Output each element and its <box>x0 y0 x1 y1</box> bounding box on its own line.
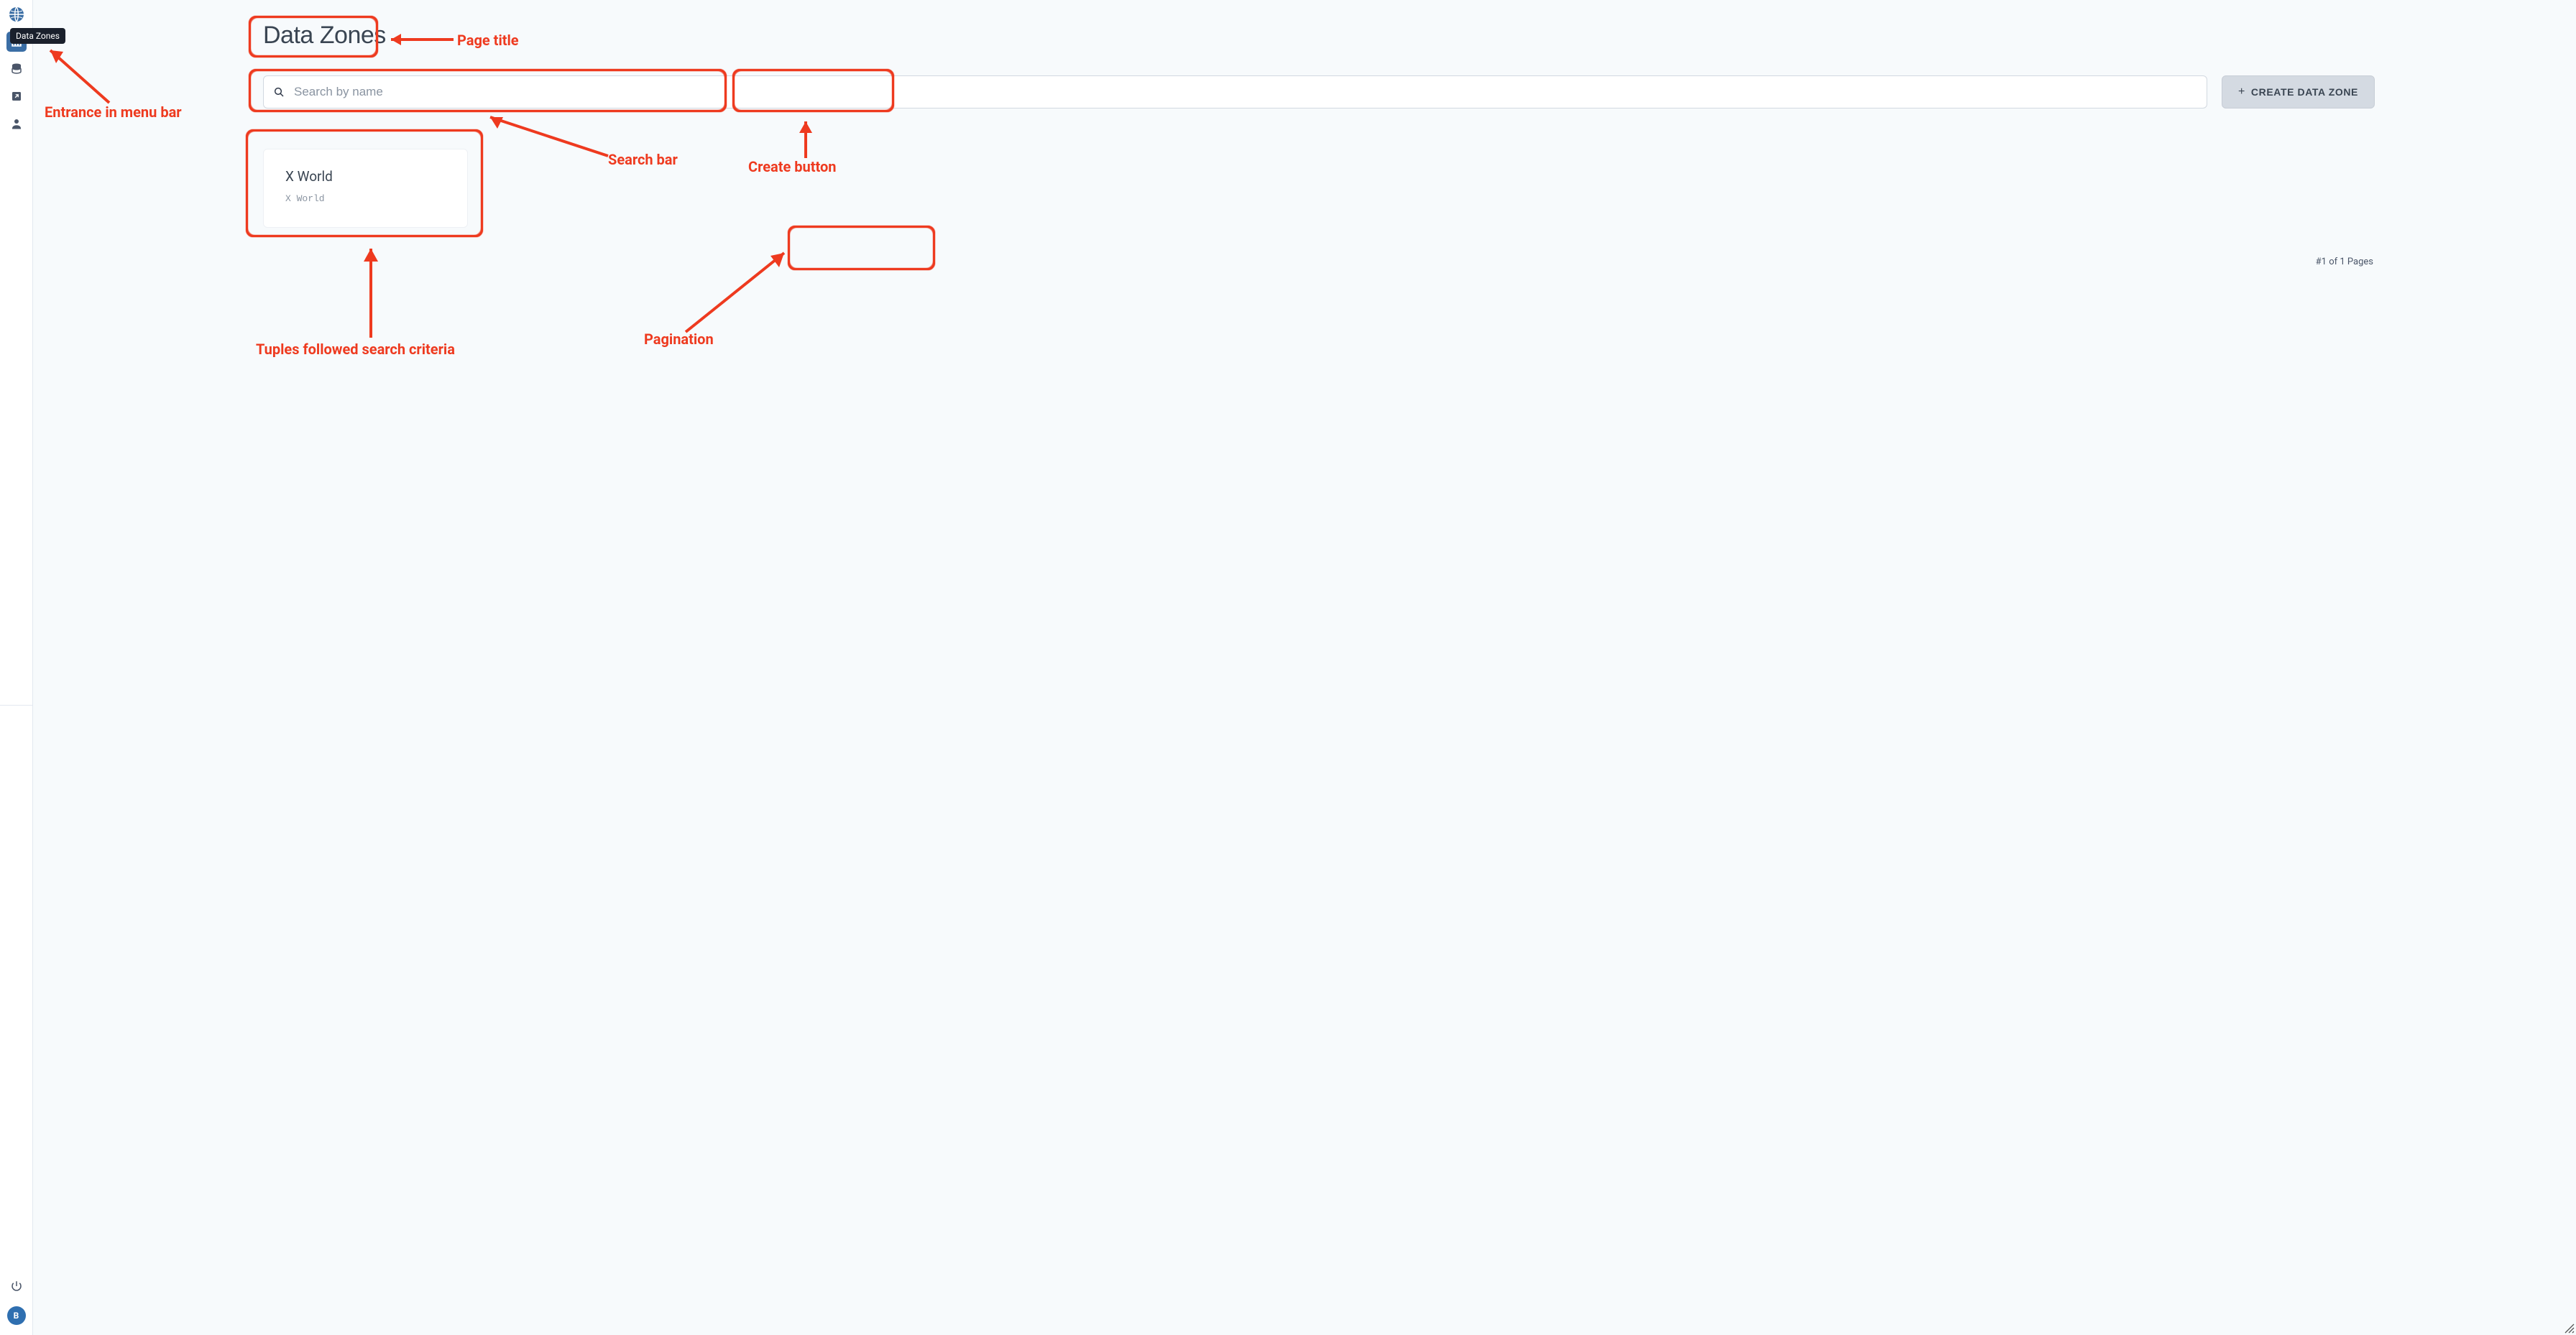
create-button-label: Create Data Zone <box>2251 86 2358 98</box>
results-grid: X World X World <box>263 149 910 228</box>
sidebar-tooltip: Data Zones <box>10 28 65 44</box>
user-badge[interactable]: B <box>7 1306 26 1325</box>
anno-label-pagination: Pagination <box>644 331 714 348</box>
globe-icon[interactable] <box>6 4 27 24</box>
database-icon[interactable] <box>6 59 27 79</box>
card-desc: X World <box>285 193 446 204</box>
data-zone-card[interactable]: X World X World <box>263 149 468 228</box>
search-wrap <box>263 75 2207 108</box>
plus-icon: + <box>2238 86 2245 98</box>
search-input[interactable] <box>263 75 2207 108</box>
power-icon[interactable] <box>6 1276 27 1296</box>
sidebar: B <box>0 0 33 1335</box>
main: Data Zones + Create Data Zone X World X … <box>33 0 2576 1335</box>
anno-label-tuples: Tuples followed search criteria <box>256 341 455 358</box>
search-icon <box>273 86 285 98</box>
resize-corner-icon <box>2564 1324 2575 1334</box>
page-title: Data Zones <box>263 22 2375 50</box>
user-icon[interactable] <box>6 114 27 134</box>
pagination: #1 of 1 Pages <box>263 257 2375 267</box>
external-icon[interactable] <box>6 86 27 106</box>
create-data-zone-button[interactable]: + Create Data Zone <box>2222 75 2375 108</box>
card-title: X World <box>285 168 446 185</box>
